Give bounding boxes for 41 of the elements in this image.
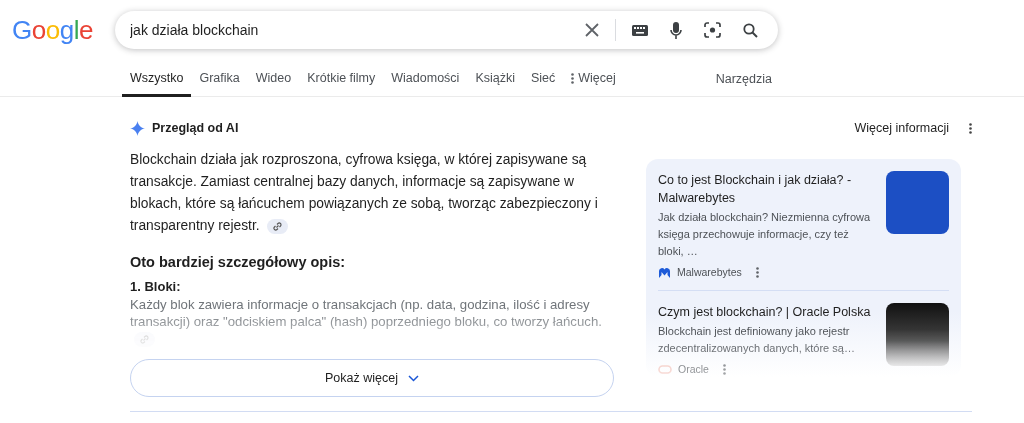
ai-overview-title: Przegląd od AI: [152, 121, 239, 135]
search-field[interactable]: jak działa blockchain: [130, 22, 585, 38]
site-logo-icon: [658, 266, 671, 278]
subheading: Oto bardziej szczegółowy opis:: [130, 253, 347, 272]
more-vertical-icon[interactable]: [969, 122, 972, 134]
thumbnail-image[interactable]: [886, 171, 949, 234]
google-logo[interactable]: Google: [12, 14, 104, 46]
sparkle-icon: [130, 120, 145, 136]
clear-icon[interactable]: [585, 23, 599, 37]
source-snippet: Jak działa blockchain? Niezmienna cyfrowa księga przechowuje informacje, czy też bloki, …: [658, 210, 872, 259]
camera-icon[interactable]: [704, 22, 721, 38]
chevron-down-icon: [407, 374, 419, 382]
tab[interactable]: Krótkie filmy: [299, 62, 384, 97]
microphone-icon[interactable]: [670, 21, 682, 39]
source-title-link[interactable]: Czym jest blockchain? | Oracle Polska: [658, 303, 872, 321]
show-more-button[interactable]: Pokaż więcej: [130, 359, 614, 397]
tab[interactable]: Wszystko: [122, 62, 192, 97]
tab[interactable]: Grafika: [191, 62, 248, 97]
source-snippet: Blockchain jest definiowany jako rejestr zdecentralizowanych danych, które są…: [658, 324, 856, 356]
more-menu-tab[interactable]: Więcej: [563, 62, 624, 97]
tab[interactable]: Sieć: [522, 62, 564, 97]
link-chip[interactable]: [267, 218, 289, 234]
link-icon: [273, 221, 283, 231]
site-logo-icon: [658, 364, 672, 374]
search-bar[interactable]: jak działa blockchain: [115, 11, 778, 49]
tab[interactable]: Wideo: [247, 62, 300, 97]
summary-paragraph: Blockchain działa jak rozproszona, cyfrowa księga, w której zapisywane są transakcje. Zamiast centralnej bazy danych, informacje są zapisywane w blokach, które są łańcuchem powiązanych ze sobą, tworząc zabezpieczony i transparentny rejestr.: [130, 151, 599, 236]
tools-button[interactable]: Narzędzia: [707, 62, 780, 96]
item-text: Każdy blok zawiera informacje o transakcjach (np. data, godzina, ilość i adresy transakcji) oraz "odciskiem palca" (hash) poprzedniego bloku, co tworzy łańcuch.: [130, 296, 614, 347]
more-info-link[interactable]: Więcej informacji: [854, 121, 949, 135]
thumbnail-image[interactable]: [886, 303, 949, 366]
link-icon: [140, 335, 149, 344]
tab[interactable]: Książki: [467, 62, 523, 97]
search-icon[interactable]: [743, 22, 758, 38]
source-title-link[interactable]: Co to jest Blockchain i jak działa? - Malwarebytes: [658, 171, 872, 207]
tab[interactable]: Wiadomości: [383, 62, 468, 97]
source-site-name[interactable]: Malwarebytes: [677, 266, 742, 278]
more-vertical-icon[interactable]: [755, 266, 759, 278]
item-heading: 1. Bloki:: [130, 278, 182, 296]
more-vertical-icon: [571, 72, 575, 84]
keyboard-icon[interactable]: [632, 24, 648, 36]
